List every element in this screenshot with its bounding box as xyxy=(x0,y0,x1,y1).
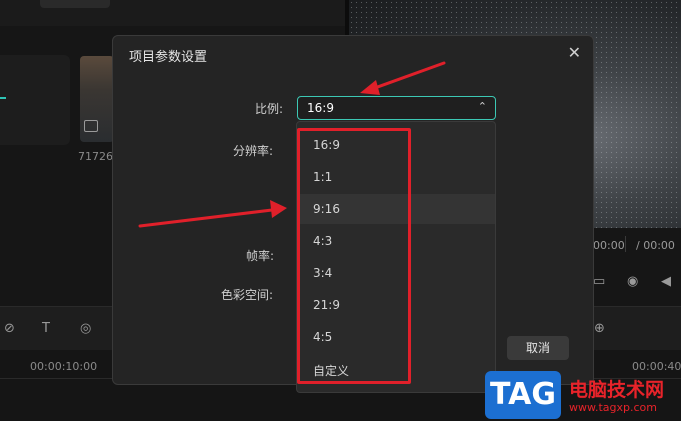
watermark-logo: TAG xyxy=(485,371,561,419)
arrow-to-ratio xyxy=(370,61,446,91)
site-watermark: TAG 电脑技术网 www.tagxp.com xyxy=(485,371,681,421)
watermark-title: 电脑技术网 xyxy=(569,379,665,401)
arrowhead-ratio xyxy=(360,80,380,95)
watermark-url: www.tagxp.com xyxy=(569,401,657,414)
arrowhead-option xyxy=(270,200,287,218)
arrow-to-option xyxy=(138,208,274,228)
annotation-arrows xyxy=(138,61,446,228)
